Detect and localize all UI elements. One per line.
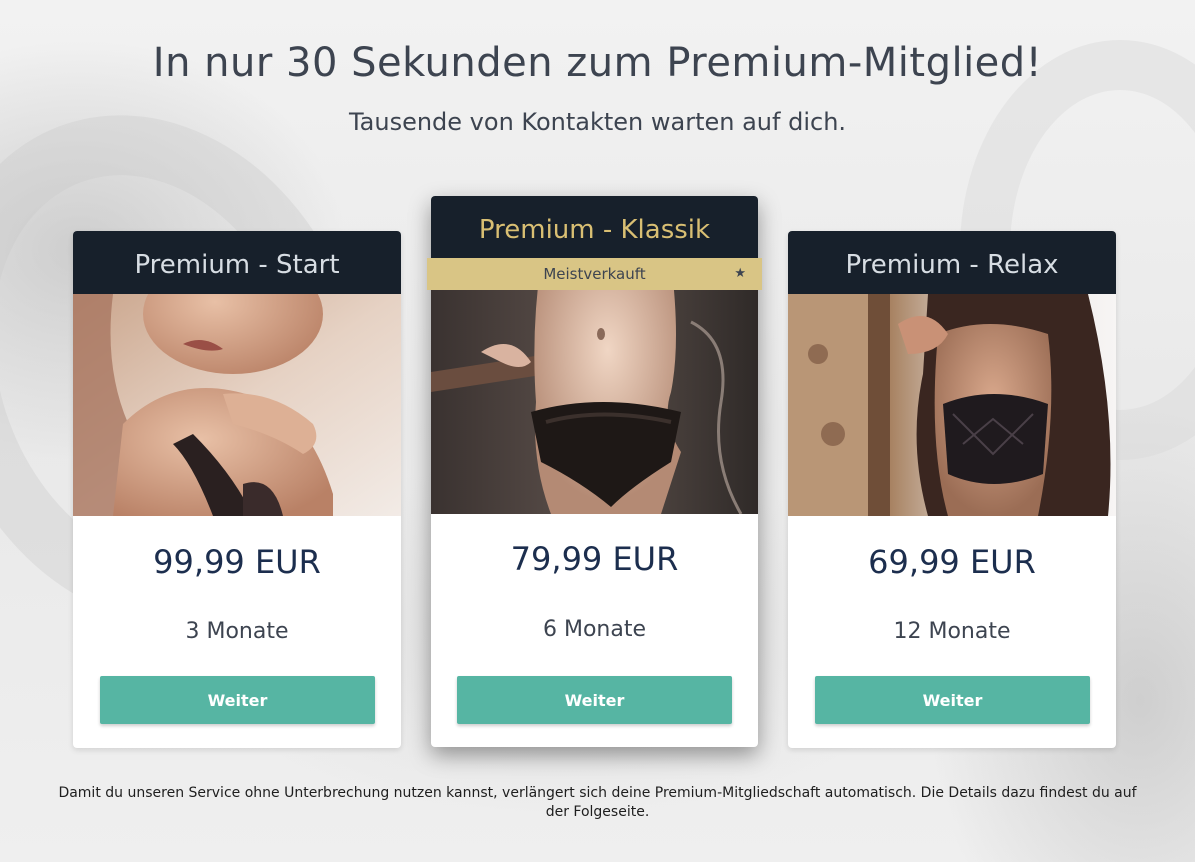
plan-card-klassik: Premium - Klassik Meistverkauft ★ 79,99 … — [427, 196, 762, 747]
plan-card-start: Premium - Start 99,99 EUR 3 Monate Weite… — [73, 231, 401, 748]
plan-card-relax: Premium - Relax 69,99 EUR 12 Monate Weit… — [788, 231, 1116, 748]
page-subtitle: Tausende von Kontakten warten auf dich. — [348, 108, 847, 136]
plan-title: Premium - Klassik — [431, 196, 758, 262]
plan-title: Premium - Relax — [788, 231, 1116, 294]
auto-renewal-notice: Damit du unseren Service ohne Unterbrech… — [58, 785, 1137, 820]
continue-button[interactable]: Weiter — [100, 676, 375, 724]
plan-price: 69,99 EUR — [868, 543, 1036, 581]
plan-photo — [431, 262, 758, 514]
plan-photo — [788, 294, 1116, 516]
plan-price: 79,99 EUR — [510, 540, 679, 578]
plan-duration: 3 Monate — [185, 619, 289, 644]
plan-duration: 12 Monate — [893, 619, 1011, 644]
star-icon: ★ — [734, 266, 746, 281]
plan-duration: 6 Monate — [542, 617, 647, 642]
bestseller-badge: Meistverkauft ★ — [427, 258, 762, 290]
continue-button[interactable]: Weiter — [457, 676, 732, 724]
continue-button[interactable]: Weiter — [815, 676, 1090, 724]
plan-photo — [73, 294, 401, 516]
plan-price: 99,99 EUR — [153, 543, 321, 581]
plan-title: Premium - Start — [73, 231, 401, 294]
bestseller-badge-label: Meistverkauft — [543, 265, 646, 283]
page-title: In nur 30 Sekunden zum Premium-Mitglied! — [152, 40, 1043, 86]
